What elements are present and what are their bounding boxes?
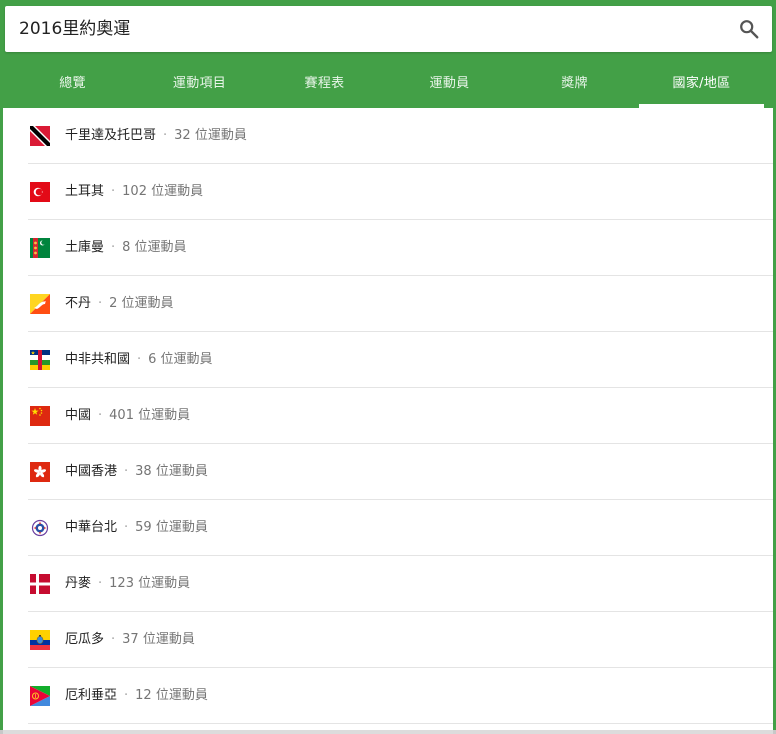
country-name: 厄瓜多 [65,632,105,647]
separator: · [111,184,116,199]
separator: · [124,464,129,479]
country-name: 厄利垂亞 [65,688,118,703]
separator: · [98,576,103,591]
turkey-flag-icon [30,182,50,202]
athlete-count: 401 位運動員 [109,408,191,423]
country-name: 千里達及托巴哥 [65,128,157,143]
list-item[interactable]: 中國 · 401 位運動員 [28,388,773,444]
list-item[interactable]: 厄瓜多 · 37 位運動員 [28,612,773,668]
tab-sports[interactable]: 運動項目 [137,60,262,108]
separator: · [124,520,129,535]
search-query[interactable]: 2016里約奧運 [19,18,130,40]
athlete-count: 2 位運動員 [109,296,174,311]
olympics-panel: 2016里約奧運 總覽 運動項目 賽程表 運動員 獎牌 國家/地區 千里達及托巴… [0,0,776,734]
country-name: 土庫曼 [65,240,105,255]
country-list: 千里達及托巴哥 · 32 位運動員 土耳其 · 102 位運動員 土庫曼 · 8… [3,108,773,730]
athlete-count: 37 位運動員 [122,632,195,647]
athlete-count: 59 位運動員 [135,520,208,535]
separator: · [124,688,129,703]
hong-kong-flag-icon [30,462,50,482]
list-item[interactable]: 厄利垂亞 · 12 位運動員 [28,668,773,724]
search-icon[interactable] [738,18,760,40]
chinese-taipei-flag-icon [30,518,50,538]
athlete-count: 8 位運動員 [122,240,187,255]
ecuador-flag-icon [30,630,50,650]
list-item[interactable]: 土庫曼 · 8 位運動員 [28,220,773,276]
central-african-republic-flag-icon [30,350,50,370]
athlete-count: 6 位運動員 [148,352,213,367]
tab-overview[interactable]: 總覽 [10,60,135,108]
horizontal-scrollbar-thumb[interactable] [3,730,773,734]
list-item[interactable]: 千里達及托巴哥 · 32 位運動員 [28,108,773,164]
tab-athletes[interactable]: 運動員 [387,60,512,108]
tab-schedule[interactable]: 賽程表 [262,60,387,108]
athlete-count: 32 位運動員 [174,128,247,143]
list-item[interactable]: 中華台北 · 59 位運動員 [28,500,773,556]
list-item[interactable]: 不丹 · 2 位運動員 [28,276,773,332]
athlete-count: 38 位運動員 [135,464,208,479]
athlete-count: 123 位運動員 [109,576,191,591]
tab-countries[interactable]: 國家/地區 [639,60,764,108]
turkmenistan-flag-icon [30,238,50,258]
bhutan-flag-icon [30,294,50,314]
country-name: 中華台北 [65,520,118,535]
list-item[interactable]: 中非共和國 · 6 位運動員 [28,332,773,388]
tab-bar: 總覽 運動項目 賽程表 運動員 獎牌 國家/地區 [0,60,776,108]
athlete-count: 12 位運動員 [135,688,208,703]
country-name: 不丹 [65,296,92,311]
denmark-flag-icon [30,574,50,594]
eritrea-flag-icon [30,686,50,706]
list-item[interactable]: 丹麥 · 123 位運動員 [28,556,773,612]
separator: · [98,296,103,311]
separator: · [111,240,116,255]
country-name: 中國 [65,408,92,423]
country-name: 中國香港 [65,464,118,479]
trinidad-and-tobago-flag-icon [30,126,50,146]
separator: · [163,128,168,143]
athlete-count: 102 位運動員 [122,184,204,199]
tab-medals[interactable]: 獎牌 [512,60,637,108]
separator: · [111,632,116,647]
china-flag-icon [30,406,50,426]
country-name: 中非共和國 [65,352,131,367]
country-name: 土耳其 [65,184,105,199]
country-name: 丹麥 [65,576,92,591]
separator: · [137,352,142,367]
list-item[interactable]: 土耳其 · 102 位運動員 [28,164,773,220]
search-box[interactable]: 2016里約奧運 [5,6,772,52]
separator: · [98,408,103,423]
list-item[interactable]: 中國香港 · 38 位運動員 [28,444,773,500]
